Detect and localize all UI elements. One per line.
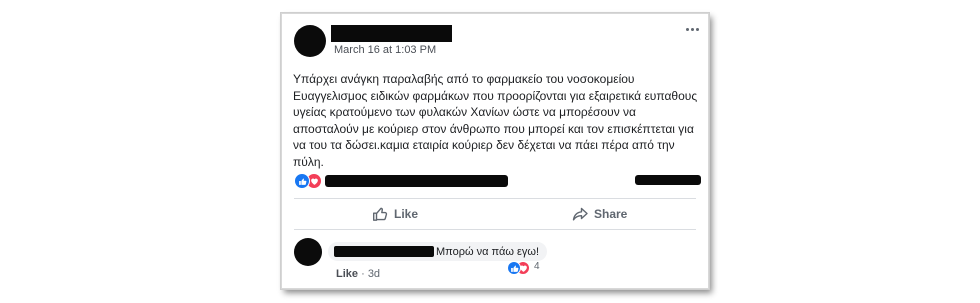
commenter-avatar[interactable] <box>294 238 322 266</box>
share-arrow-icon <box>572 207 588 221</box>
comment-bubble: Μπορώ να πάω εγω! <box>328 242 548 261</box>
author-avatar[interactable] <box>294 25 326 57</box>
comments-count-redacted <box>635 175 701 185</box>
comment-age[interactable]: 3d <box>368 268 380 280</box>
like-button-label: Like <box>394 207 419 221</box>
more-options-icon[interactable] <box>683 24 701 34</box>
divider <box>294 198 696 199</box>
divider <box>294 229 696 230</box>
facebook-post-card: March 16 at 1:03 PM Υπάρχει ανάγκη παραλ… <box>281 13 709 289</box>
like-reaction-icon <box>294 173 310 189</box>
comment-meta: Like · 3d <box>336 268 380 280</box>
comment-text: Μπορώ να πάω εγω! <box>436 245 540 258</box>
comment-reaction-count: 4 <box>534 261 540 272</box>
meta-separator: · <box>361 268 365 280</box>
share-button-label: Share <box>594 207 628 221</box>
post-timestamp[interactable]: March 16 at 1:03 PM <box>334 44 436 56</box>
author-name-redacted <box>331 25 452 42</box>
comment-like-link[interactable]: Like <box>336 268 358 280</box>
share-button[interactable]: Share <box>572 201 627 227</box>
commenter-name-redacted <box>334 246 434 257</box>
thumbs-up-icon <box>373 207 388 221</box>
like-button[interactable]: Like <box>372 201 418 227</box>
like-reaction-icon <box>507 261 521 275</box>
reactors-names-redacted <box>325 175 508 187</box>
post-body-text: Υπάρχει ανάγκη παραλαβής από το φαρμακεί… <box>293 72 698 169</box>
